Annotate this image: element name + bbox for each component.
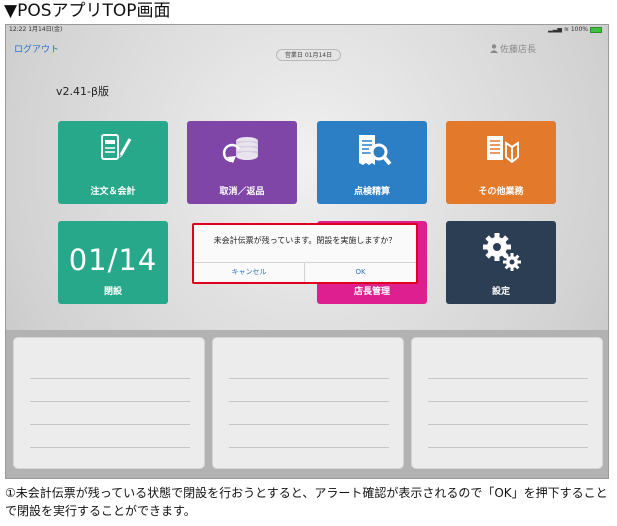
cancel-button[interactable]: キャンセル: [194, 263, 305, 282]
closing-date: 01/14: [68, 243, 158, 277]
caption-text: ①未会計伝票が残っている状態で閉設を行おうとすると、アラート確認が表示されるので…: [5, 486, 608, 518]
dialog-message: 未会計伝票が残っています。閉設を実施しますか？: [213, 236, 397, 245]
status-bar: 12:22 1月14日(金) ▂▃▅ ≋ 100%: [6, 25, 608, 35]
tile-label: 店長管理: [353, 287, 390, 297]
tile-order-checkout[interactable]: 注文＆会計: [58, 121, 168, 204]
tile-label: 閉設: [103, 287, 122, 297]
bottom-panel: [212, 337, 404, 469]
page-heading: ▼POSアプリTOP画面: [4, 1, 171, 21]
bottom-panels: [6, 330, 608, 478]
battery-icon: [590, 26, 602, 33]
document-beginner-icon: [487, 136, 519, 164]
tile-other-tasks[interactable]: その他業務: [446, 121, 556, 204]
tile-label: 設定: [491, 287, 510, 297]
tile-label: 注文＆会計: [90, 187, 136, 197]
battery-percent: 100%: [570, 26, 588, 33]
tile-label: その他業務: [478, 187, 524, 197]
user-name: 佐藤店長: [499, 45, 536, 55]
bottom-panel: [13, 337, 205, 469]
logout-link[interactable]: ログアウト: [14, 42, 59, 55]
closing-alert-dialog: 未会計伝票が残っています。閉設を実施しますか？ キャンセル OK: [192, 223, 418, 284]
tile-closing[interactable]: 01/14 閉設: [58, 221, 168, 304]
tile-label: 取消／返品: [219, 187, 265, 197]
coin-return-icon: [222, 137, 258, 163]
user-info: 佐藤店長: [489, 42, 536, 55]
status-time: 12:22 1月14日(金): [9, 26, 63, 33]
receipt-magnifier-icon: [359, 135, 392, 166]
tile-settings[interactable]: 設定: [446, 221, 556, 304]
bottom-panel: [411, 337, 603, 469]
tile-inspection-settlement[interactable]: 点検精算: [317, 121, 427, 204]
user-icon: [489, 44, 498, 53]
version-label: v2.41-β版: [56, 85, 109, 98]
dialog-actions: キャンセル OK: [194, 262, 416, 282]
business-date-badge: 営業日 01月14日: [276, 49, 341, 61]
tile-cancel-return[interactable]: 取消／返品: [187, 121, 297, 204]
ipad-screen: 12:22 1月14日(金) ▂▃▅ ≋ 100% ログアウト 佐藤店長 営業日…: [5, 24, 609, 479]
order-pad-icon: [101, 134, 132, 160]
tile-label: 点検精算: [353, 187, 390, 197]
ok-button[interactable]: OK: [305, 263, 416, 282]
signal-icon: ▂▃▅ ≋: [548, 26, 571, 33]
gears-icon: [483, 233, 521, 271]
status-indicators: ▂▃▅ ≋ 100%: [548, 25, 602, 35]
